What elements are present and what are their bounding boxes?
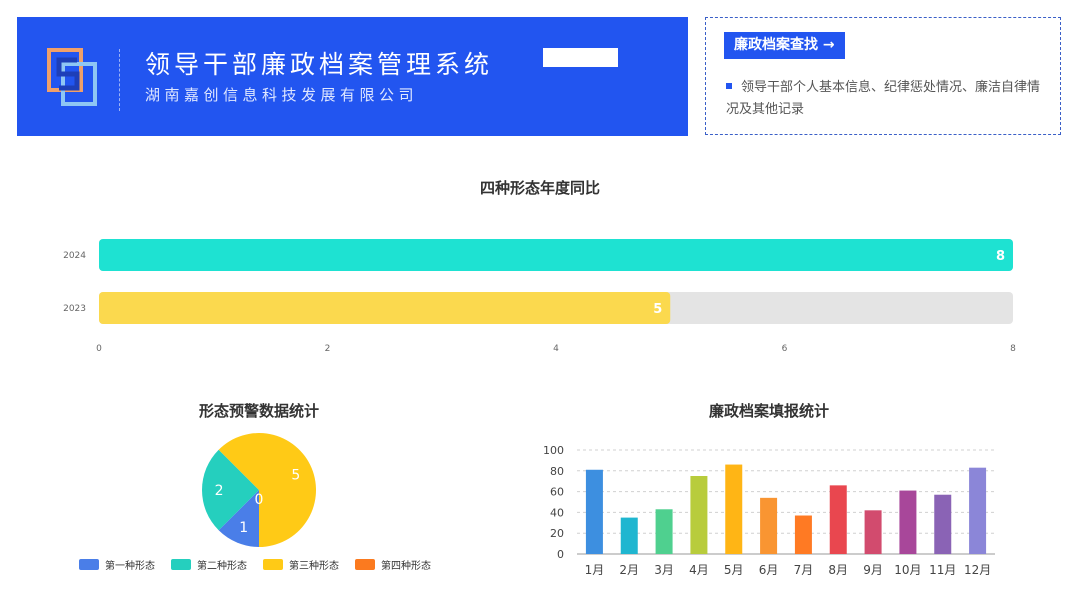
- monthly-bar: [969, 467, 987, 554]
- monthly-bar: [655, 509, 673, 554]
- monthly-x-tick-label: 12月: [964, 563, 991, 577]
- monthly-x-tick-label: 2月: [619, 563, 639, 577]
- monthly-x-tick-label: 7月: [794, 563, 814, 577]
- monthly-bar: [934, 494, 952, 554]
- monthly-bar: [725, 464, 743, 554]
- monthly-x-tick-label: 11月: [929, 563, 956, 577]
- monthly-bar: [620, 517, 638, 554]
- monthly-y-tick-label: 20: [550, 527, 564, 540]
- monthly-bar: [829, 485, 847, 554]
- monthly-bar: [794, 515, 812, 554]
- monthly-x-tick-label: 5月: [724, 563, 744, 577]
- monthly-y-tick-label: 80: [550, 465, 564, 478]
- monthly-bar: [585, 469, 603, 554]
- monthly-x-tick-label: 9月: [863, 563, 883, 577]
- monthly-y-tick-label: 60: [550, 486, 564, 499]
- monthly-bar: [690, 476, 708, 554]
- monthly-x-tick-label: 8月: [828, 563, 848, 577]
- monthly-x-tick-label: 10月: [894, 563, 921, 577]
- monthly-x-tick-label: 3月: [654, 563, 674, 577]
- monthly-y-tick-label: 0: [557, 548, 564, 561]
- monthly-x-tick-label: 1月: [585, 563, 605, 577]
- monthly-bar: [864, 510, 882, 554]
- monthly-x-tick-label: 6月: [759, 563, 779, 577]
- monthly-bar: [899, 490, 917, 554]
- monthly-y-tick-label: 100: [543, 444, 564, 457]
- monthly-y-tick-label: 40: [550, 506, 564, 519]
- monthly-bar-chart: 0 20 40 60 80 100 1月 2月 3月 4月 5月 6月 7月 8月 9月 10月 11月 12月: [543, 444, 995, 577]
- monthly-bar: [760, 497, 778, 554]
- monthly-x-tick-label: 4月: [689, 563, 709, 577]
